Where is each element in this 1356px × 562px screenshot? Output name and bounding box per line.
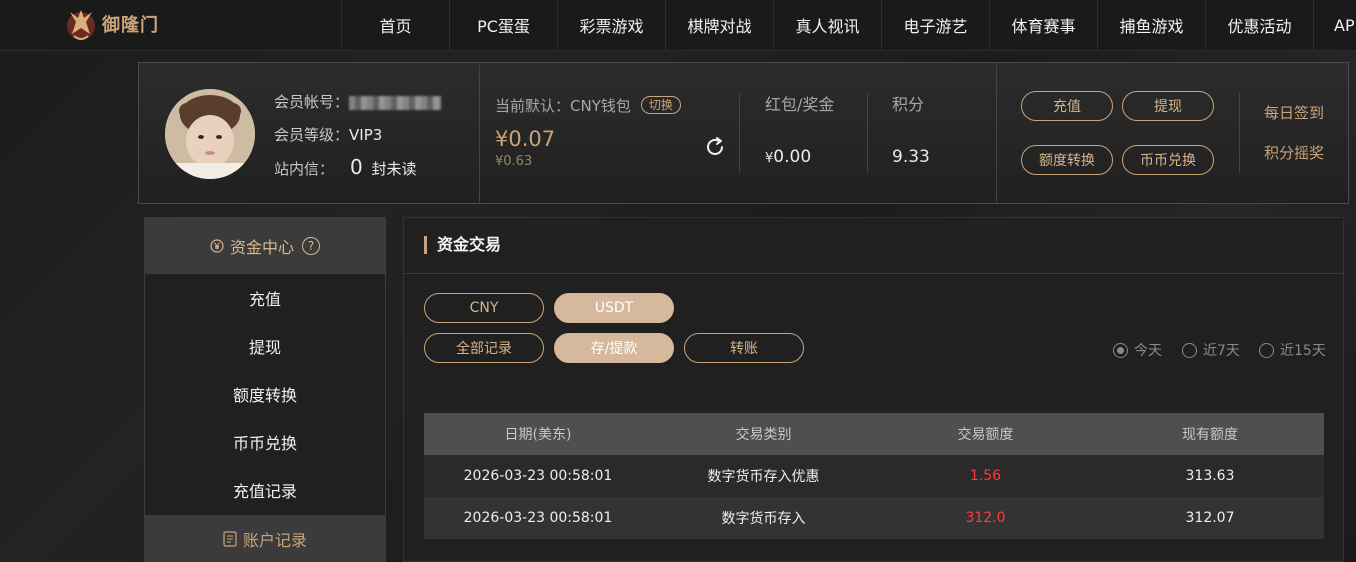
coin-exchange-button[interactable]: 币币兑换 [1122, 145, 1214, 175]
sidebar-section-account-records[interactable]: 账户记录 [145, 515, 385, 562]
nav-app[interactable]: AP [1313, 0, 1356, 50]
avatar[interactable] [165, 89, 255, 179]
transactions-table: 日期(美东) 交易类别 交易额度 现有额度 2026-03-23 00:58:0… [424, 413, 1324, 539]
help-icon[interactable]: ? [302, 237, 320, 255]
member-level-row: 会员等级：VIP3 [274, 124, 382, 145]
cell-amount: 1.56 [969, 468, 1002, 484]
points-label: 积分 [892, 95, 925, 114]
date-filter-label: 近15天 [1280, 343, 1326, 359]
radio-selected-icon [1113, 342, 1128, 358]
date-filter-7-days[interactable]: 近7天 [1182, 340, 1240, 360]
bonus-label: 红包/奖金 [765, 95, 835, 114]
tab-currency-usdt[interactable]: USDT [554, 293, 674, 323]
unread-suffix: 封未读 [371, 160, 417, 178]
date-filter-today[interactable]: 今天 [1113, 340, 1162, 360]
nav-sports[interactable]: 体育赛事 [989, 0, 1097, 50]
date-filter-15-days[interactable]: 近15天 [1259, 340, 1326, 360]
document-icon [223, 531, 237, 547]
cell-date: 2026-03-23 00:58:01 [463, 468, 613, 484]
date-filter-label: 今天 [1134, 343, 1162, 359]
bonus-value: 0.00 [773, 147, 812, 167]
wallet-sub-balance: ¥0.63 [495, 154, 533, 169]
cell-amount: 312.0 [965, 510, 1006, 526]
cell-date: 2026-03-23 00:58:01 [463, 510, 613, 526]
top-navbar: 御隆门 首页 PC蛋蛋 彩票游戏 棋牌对战 真人视讯 电子游艺 体育赛事 捕鱼游… [0, 0, 1356, 51]
nav-fishing[interactable]: 捕鱼游戏 [1097, 0, 1205, 50]
withdraw-button[interactable]: 提现 [1122, 91, 1214, 121]
member-account-blurred-value [349, 95, 442, 110]
page-title: 资金交易 [424, 236, 501, 254]
nav-card-games[interactable]: 棋牌对战 [665, 0, 773, 50]
radio-icon [1259, 342, 1274, 358]
divider [404, 273, 1343, 274]
cell-balance: 313.63 [1185, 468, 1235, 484]
member-level-label: 会员等级： [274, 126, 350, 144]
divider [996, 63, 997, 203]
points-value: 9.33 [892, 147, 930, 167]
sidebar-footer-label: 账户记录 [242, 531, 307, 550]
logo-text: 御隆门 [102, 15, 159, 36]
nav-slots[interactable]: 电子游艺 [881, 0, 989, 50]
nav-home[interactable]: 首页 [341, 0, 449, 50]
member-account-label: 会员帐号： [274, 93, 350, 111]
divider [479, 63, 480, 203]
table-row: 2026-03-23 00:58:01 数字货币存入优惠 1.56 313.63 [424, 455, 1324, 497]
switch-wallet-button[interactable]: 切换 [640, 96, 681, 114]
sidebar-item-recharge[interactable]: 充值 [145, 274, 385, 322]
divider [739, 93, 740, 173]
tab-deposit-withdraw[interactable]: 存/提款 [554, 333, 674, 363]
cell-type: 数字货币存入 [721, 511, 806, 527]
nav-pc-egg[interactable]: PC蛋蛋 [449, 0, 557, 50]
inbox-label: 站内信： [274, 160, 335, 178]
column-header-amount: 交易额度 [957, 427, 1014, 443]
points-lottery-link[interactable]: 积分摇奖 [1264, 142, 1324, 163]
dragon-logo-icon [67, 10, 95, 40]
tab-all-records[interactable]: 全部记录 [424, 333, 544, 363]
sidebar-item-quota-transfer[interactable]: 额度转换 [145, 370, 385, 418]
quota-transfer-button[interactable]: 额度转换 [1021, 145, 1113, 175]
site-logo[interactable]: 御隆门 [62, 2, 172, 46]
sidebar-header[interactable]: 资金中心 ? [145, 218, 385, 274]
default-wallet-label: 当前默认：CNY钱包 [495, 97, 631, 115]
date-filter-label: 近7天 [1203, 343, 1240, 359]
sidebar-header-label: 资金中心 [229, 238, 294, 257]
divider [867, 93, 868, 173]
column-header-type: 交易类别 [735, 427, 792, 443]
recharge-button[interactable]: 充值 [1021, 91, 1113, 121]
cell-type: 数字货币存入优惠 [707, 469, 820, 485]
refresh-icon[interactable] [703, 135, 727, 159]
member-account-row: 会员帐号： [274, 91, 442, 112]
yen-circle-icon [210, 239, 224, 253]
wallet-balance: ¥0.07 [495, 127, 556, 151]
tab-currency-cny[interactable]: CNY [424, 293, 544, 323]
nav-lottery[interactable]: 彩票游戏 [557, 0, 665, 50]
baby-avatar-image [165, 89, 255, 179]
sidebar-item-coin-exchange[interactable]: 币币兑换 [145, 418, 385, 466]
sidebar-item-withdraw[interactable]: 提现 [145, 322, 385, 370]
main-content: 资金交易 CNY USDT 全部记录 存/提款 转账 今天 近7天 近15天 日… [403, 217, 1344, 562]
inbox-row[interactable]: 站内信： 0 封未读 [274, 155, 417, 179]
nav-promotions[interactable]: 优惠活动 [1205, 0, 1313, 50]
divider [1239, 93, 1240, 173]
radio-icon [1182, 342, 1197, 358]
cell-balance: 312.07 [1185, 510, 1235, 526]
main-nav: 首页 PC蛋蛋 彩票游戏 棋牌对战 真人视讯 电子游艺 体育赛事 捕鱼游戏 优惠… [341, 0, 1356, 50]
default-wallet-row: 当前默认：CNY钱包 切换 [495, 95, 681, 116]
table-row: 2026-03-23 00:58:01 数字货币存入 312.0 312.07 [424, 497, 1324, 539]
member-level-value: VIP3 [349, 126, 383, 144]
tab-transfer[interactable]: 转账 [684, 333, 804, 363]
bonus-value-row: ¥0.00 [765, 147, 811, 167]
daily-checkin-link[interactable]: 每日签到 [1264, 102, 1324, 123]
account-panel: 会员帐号： 会员等级：VIP3 站内信： 0 封未读 当前默认：CNY钱包 切换 ¥… [138, 62, 1349, 204]
unread-count: 0 [350, 155, 363, 179]
table-header: 日期(美东) 交易类别 交易额度 现有额度 [424, 413, 1324, 455]
sidebar: 资金中心 ? 充值 提现 额度转换 币币兑换 充值记录 账户记录 [144, 217, 386, 562]
sidebar-item-recharge-records[interactable]: 充值记录 [145, 466, 385, 514]
nav-live-casino[interactable]: 真人视讯 [773, 0, 881, 50]
column-header-balance: 现有额度 [1182, 427, 1238, 443]
column-header-date: 日期(美东) [504, 427, 572, 443]
